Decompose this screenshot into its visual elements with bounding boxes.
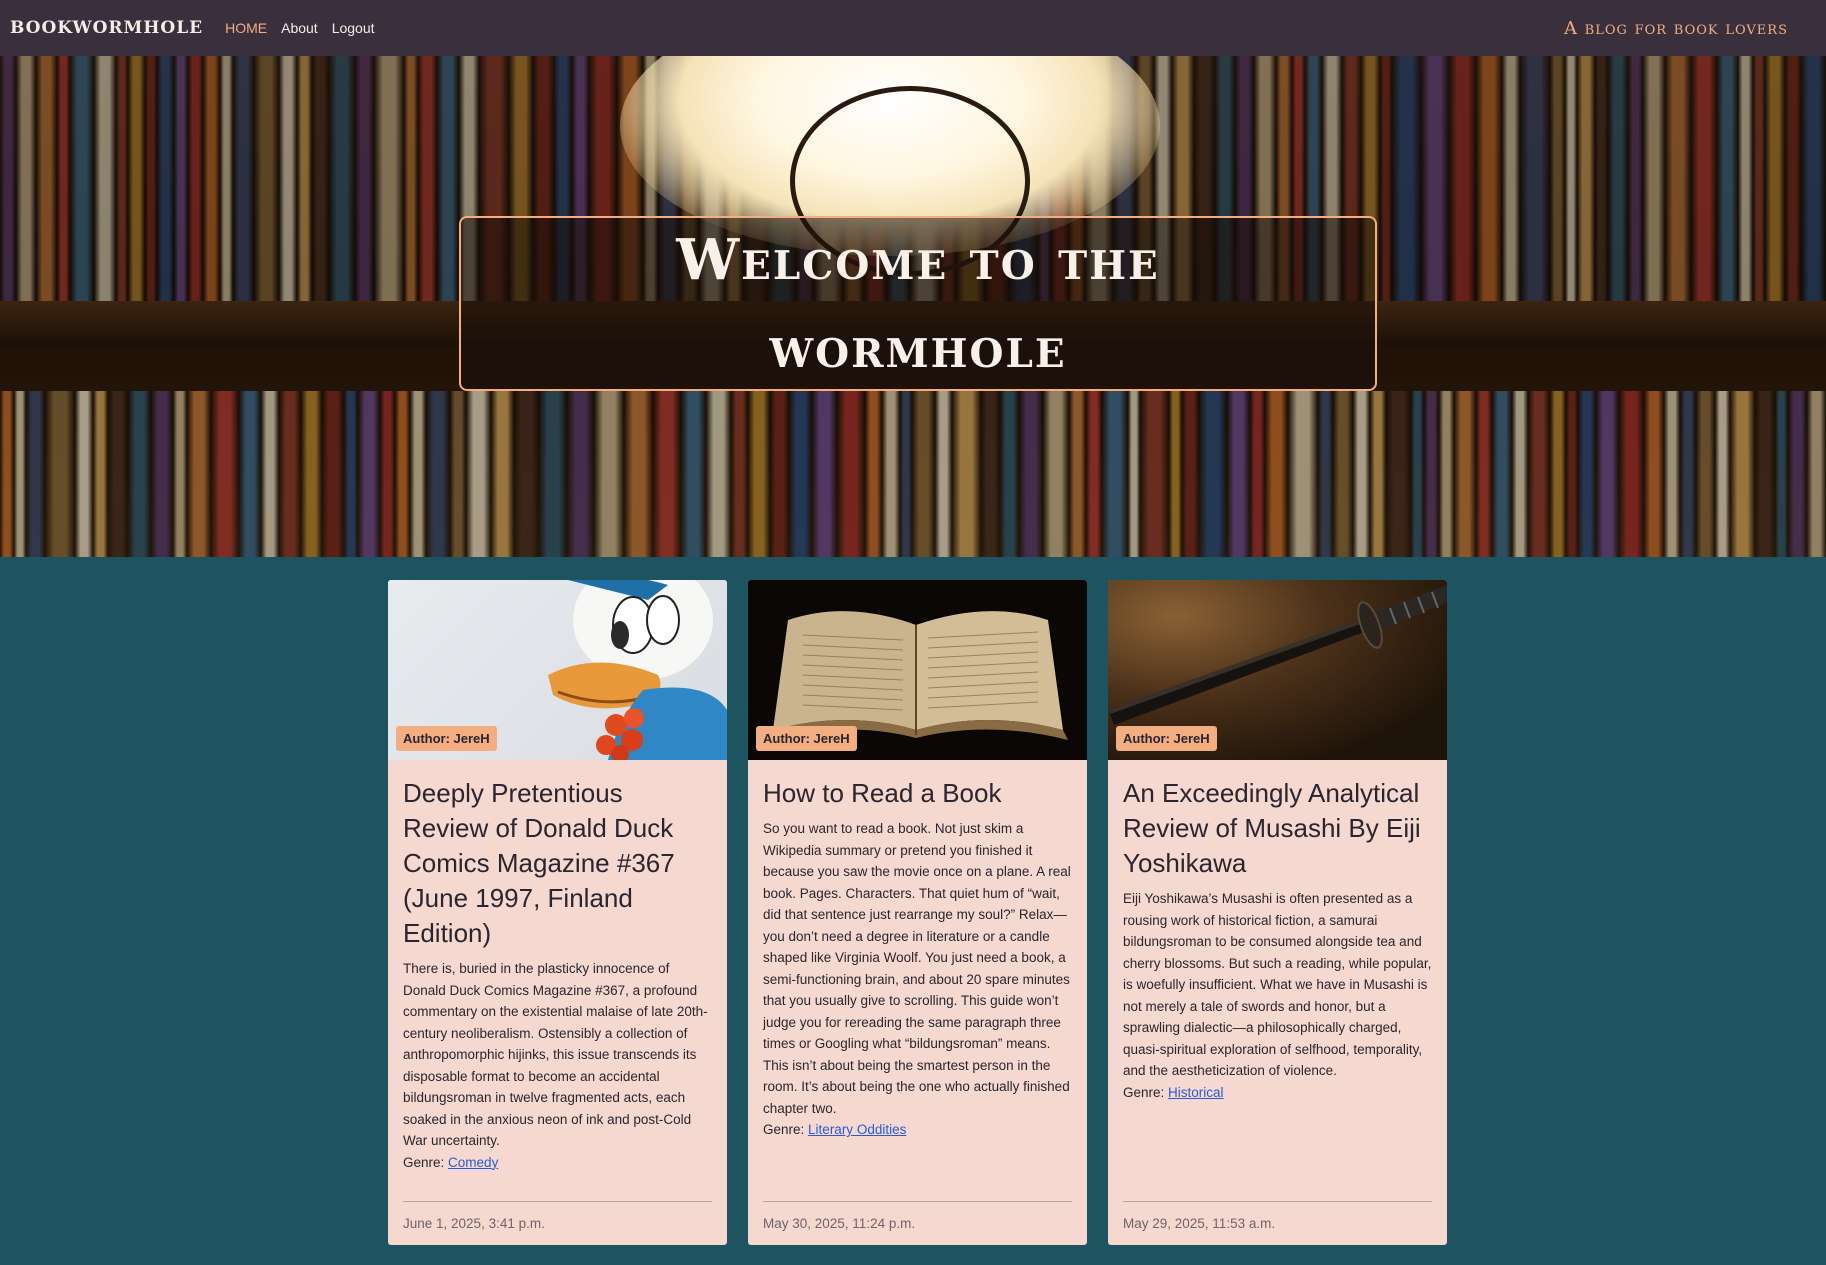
post-card[interactable]: Author: JereH Deeply Pretentious Review … [388, 580, 727, 1245]
post-title[interactable]: How to Read a Book [763, 776, 1072, 811]
genre-link[interactable]: Historical [1168, 1085, 1224, 1100]
post-image-katana[interactable]: Author: JereH [1108, 580, 1447, 760]
post-image-open-book[interactable]: Author: JereH [748, 580, 1087, 760]
brand-logo[interactable]: BookWormhole [10, 18, 203, 38]
post-title[interactable]: Deeply Pretentious Review of Donald Duck… [403, 776, 712, 951]
post-card[interactable]: Author: JereH How to Read a Book So you … [748, 580, 1087, 1245]
genre-label: Genre: [1123, 1084, 1165, 1100]
post-date: June 1, 2025, 3:41 p.m. [403, 1201, 712, 1231]
post-genre: Genre: Comedy [403, 1152, 712, 1174]
post-body: An Exceedingly Analytical Review of Musa… [1108, 760, 1447, 1103]
post-excerpt: There is, buried in the plasticky innoce… [403, 961, 708, 1148]
author-badge: Author: JereH [1116, 726, 1217, 751]
post-excerpt: So you want to read a book. Not just ski… [763, 821, 1071, 1116]
hero-banner: Welcome to the wormhole [0, 56, 1826, 557]
author-badge: Author: JereH [396, 726, 497, 751]
post-body: How to Read a Book So you want to read a… [748, 760, 1087, 1141]
post-excerpt: Eiji Yoshikawa’s Musashi is often presen… [1123, 891, 1432, 1078]
author-badge: Author: JereH [756, 726, 857, 751]
genre-link[interactable]: Literary Oddities [808, 1122, 906, 1137]
nav-link-logout[interactable]: Logout [332, 20, 375, 36]
post-date: May 30, 2025, 11:24 p.m. [763, 1201, 1072, 1231]
genre-link[interactable]: Comedy [448, 1155, 498, 1170]
post-genre: Genre: Historical [1123, 1082, 1432, 1104]
post-list: Author: JereH Deeply Pretentious Review … [388, 580, 1447, 1245]
navbar: BookWormhole HOME About Logout A blog fo… [0, 0, 1826, 56]
post-image-donald-duck[interactable]: Author: JereH [388, 580, 727, 760]
nav-link-about[interactable]: About [281, 20, 318, 36]
genre-label: Genre: [763, 1122, 805, 1137]
hero-title-box: Welcome to the wormhole [459, 216, 1377, 391]
nav-links: HOME About Logout [225, 20, 374, 36]
genre-label: Genre: [403, 1154, 445, 1170]
post-body: Deeply Pretentious Review of Donald Duck… [388, 760, 727, 1173]
nav-link-home[interactable]: HOME [225, 20, 267, 36]
post-card[interactable]: Author: JereH An Exceedingly Analytical … [1108, 580, 1447, 1245]
post-date: May 29, 2025, 11:53 a.m. [1123, 1201, 1432, 1231]
post-genre: Genre: Literary Oddities [763, 1119, 1072, 1141]
post-title[interactable]: An Exceedingly Analytical Review of Musa… [1123, 776, 1432, 881]
site-tagline: A blog for book lovers [1563, 17, 1788, 39]
hero-title: Welcome to the wormhole [676, 226, 1160, 381]
